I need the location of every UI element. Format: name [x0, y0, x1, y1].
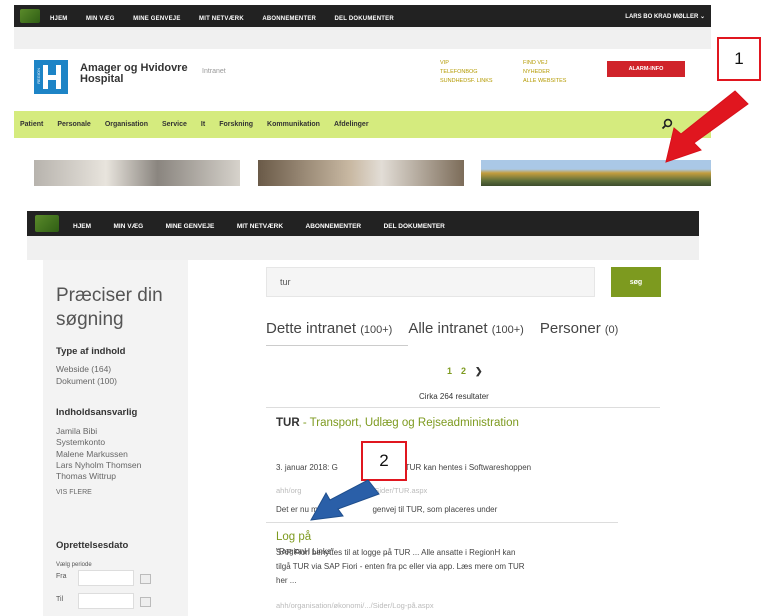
callout-arrow-2-icon: [310, 479, 380, 521]
